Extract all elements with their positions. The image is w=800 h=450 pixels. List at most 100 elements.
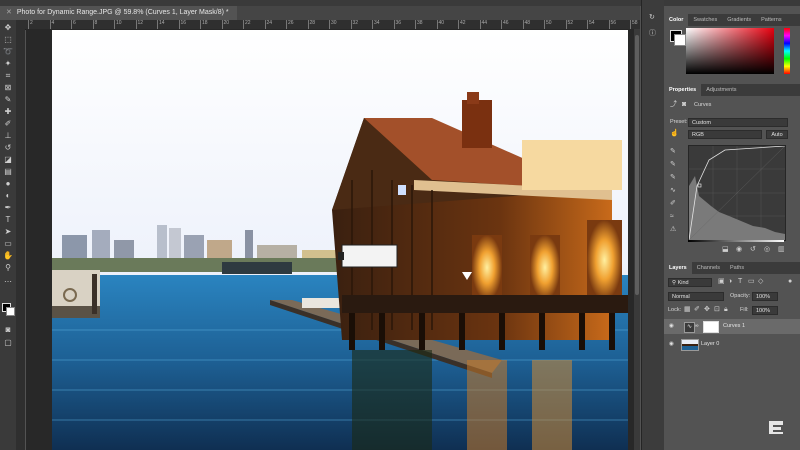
ruler-label: 40 <box>438 20 445 26</box>
delete-adjustment-icon[interactable]: ▥ <box>778 246 785 254</box>
filter-pixel-layers-icon[interactable]: ▣ <box>718 278 725 286</box>
layer-filter-kind-select[interactable]: ⚲ Kind <box>668 278 712 287</box>
gradient-tool-icon[interactable]: ▤ <box>3 167 13 177</box>
on-image-adjust-icon[interactable]: ☝ <box>670 130 679 138</box>
marquee-tool-icon[interactable]: ⬚ <box>3 35 13 45</box>
ruler-label: 44 <box>481 20 488 26</box>
auto-button-label: Auto <box>771 132 783 138</box>
screen-mode-icon[interactable]: ▢ <box>3 338 13 348</box>
curves-graph[interactable] <box>688 145 786 241</box>
clip-to-layer-icon[interactable]: ⬓ <box>722 246 729 254</box>
layer-name: Curves 1 <box>723 323 746 329</box>
path-selection-tool-icon[interactable]: ➤ <box>3 227 13 237</box>
shape-tool-icon[interactable]: ▭ <box>3 239 13 249</box>
eraser-tool-icon[interactable]: ◪ <box>3 155 13 165</box>
properties-panel-tabs: Properties Adjustments <box>664 84 800 96</box>
black-point-eyedropper-icon[interactable]: ✎ <box>670 148 676 156</box>
quick-mask-icon[interactable]: ◙ <box>3 325 13 335</box>
color-panel-background-swatch[interactable] <box>674 34 686 46</box>
hand-tool-icon[interactable]: ✋ <box>3 251 13 261</box>
reset-adjustment-icon[interactable]: ↺ <box>750 246 756 254</box>
tab-layers[interactable]: Layers <box>664 262 692 274</box>
canvas-scroll-thumb[interactable] <box>635 35 639 295</box>
fill-label: Fill: <box>740 307 749 313</box>
close-tab-icon[interactable]: ✕ <box>6 9 12 16</box>
tab-color[interactable]: Color <box>664 14 689 26</box>
ruler-label: 58 <box>632 20 638 26</box>
auto-button[interactable]: Auto <box>766 130 788 139</box>
filter-adjustment-layers-icon[interactable]: ◑ <box>728 278 732 286</box>
move-tool-icon[interactable]: ✥ <box>3 23 13 33</box>
lock-all-icon[interactable]: 🔒︎ <box>724 306 728 314</box>
brush-tool-icon[interactable]: ✐ <box>3 119 13 129</box>
type-tool-icon[interactable]: T <box>3 215 13 225</box>
color-picker-field[interactable] <box>686 28 774 74</box>
more-tools-icon[interactable]: ⋯ <box>3 277 13 287</box>
tab-gradients[interactable]: Gradients <box>722 14 756 26</box>
gray-point-eyedropper-icon[interactable]: ✎ <box>670 161 676 169</box>
blend-mode-select[interactable]: Normal <box>668 292 724 301</box>
tab-properties[interactable]: Properties <box>664 84 702 96</box>
ruler-tick <box>501 20 502 29</box>
eyedropper-tool-icon[interactable]: ✎ <box>3 95 13 105</box>
ruler-label: 18 <box>202 20 208 26</box>
tab-paths[interactable]: Paths <box>725 262 749 274</box>
edit-points-curve-icon[interactable]: ∿ <box>670 187 676 195</box>
clone-stamp-tool-icon[interactable]: ⊥ <box>3 131 13 141</box>
crop-tool-icon[interactable]: ⌗ <box>3 71 13 81</box>
view-previous-state-icon[interactable]: ◉ <box>736 246 742 254</box>
eye-visibility-icon[interactable]: ◉ <box>669 319 674 334</box>
zoom-tool-icon[interactable]: ⚲ <box>3 263 13 273</box>
opacity-field[interactable]: 100% <box>752 292 778 301</box>
channel-select[interactable]: RGB <box>688 130 762 139</box>
info-panel-icon[interactable]: ⓘ <box>649 30 656 38</box>
eye-visibility-icon[interactable]: ◉ <box>669 337 674 352</box>
lock-transparency-icon[interactable]: ▦ <box>684 306 691 314</box>
ruler-tick <box>415 20 416 29</box>
smooth-curve-icon[interactable]: ≈ <box>670 213 674 221</box>
layer-row-curves-1[interactable]: ◉ ∿ ∞ Curves 1 <box>664 319 800 334</box>
healing-brush-tool-icon[interactable]: ✚ <box>3 107 13 117</box>
history-brush-tool-icon[interactable]: ↺ <box>3 143 13 153</box>
fill-field[interactable]: 100% <box>752 306 778 315</box>
document-tab[interactable]: ✕ Photo for Dynamic Range.JPG @ 59.8% (Cu… <box>0 6 237 20</box>
history-panel-icon[interactable]: ↻ <box>649 14 655 22</box>
draw-curve-pencil-icon[interactable]: ✐ <box>670 200 676 208</box>
lasso-tool-icon[interactable]: ➰ <box>3 47 13 57</box>
toggle-visibility-icon[interactable]: ◎ <box>764 246 770 254</box>
clipping-warning-icon[interactable]: ⚠ <box>670 226 676 234</box>
filter-shape-layers-icon[interactable]: ▭ <box>748 278 755 286</box>
lock-artboard-icon[interactable]: ⊡ <box>714 306 720 314</box>
document-image[interactable] <box>52 30 628 450</box>
magic-wand-tool-icon[interactable]: ✦ <box>3 59 13 69</box>
tab-patterns[interactable]: Patterns <box>756 14 786 26</box>
white-point-eyedropper-icon[interactable]: ✎ <box>670 174 676 182</box>
frame-tool-icon[interactable]: ⊠ <box>3 83 13 93</box>
preset-label: Preset: <box>670 119 688 125</box>
blur-tool-icon[interactable]: ● <box>3 179 13 189</box>
lock-image-pixels-icon[interactable]: ✐ <box>694 306 700 314</box>
ruler-tick <box>587 20 588 29</box>
ruler-tick <box>350 20 352 29</box>
preset-select[interactable]: Custom <box>688 118 788 127</box>
filter-type-layers-icon[interactable]: T <box>738 278 742 286</box>
pen-tool-icon[interactable]: ✒ <box>3 203 13 213</box>
ruler-tick <box>307 20 309 29</box>
tab-channels[interactable]: Channels <box>692 262 725 274</box>
filter-smart-objects-icon[interactable]: ◇ <box>758 278 763 286</box>
color-panel-tabs: Color Swatches Gradients Patterns <box>664 14 800 26</box>
tab-swatches[interactable]: Swatches <box>688 14 722 26</box>
layer-mask-icon[interactable]: ◙ <box>682 101 686 109</box>
dodge-tool-icon[interactable]: ◐ <box>3 191 13 201</box>
ruler-label: 52 <box>567 20 574 26</box>
layer-mask-thumbnail[interactable] <box>703 321 719 333</box>
ruler-tick <box>200 20 201 29</box>
layer-row-layer-0[interactable]: ◉ Layer 0 <box>664 337 800 352</box>
filter-toggle-icon[interactable]: ● <box>788 278 792 286</box>
tab-adjustments[interactable]: Adjustments <box>701 84 741 96</box>
background-color-swatch[interactable] <box>6 307 15 316</box>
hue-slider[interactable] <box>784 28 790 74</box>
lock-position-icon[interactable]: ✥ <box>704 306 710 314</box>
ruler-tick <box>286 20 287 29</box>
chain-link-icon[interactable]: ∞ <box>695 319 699 334</box>
